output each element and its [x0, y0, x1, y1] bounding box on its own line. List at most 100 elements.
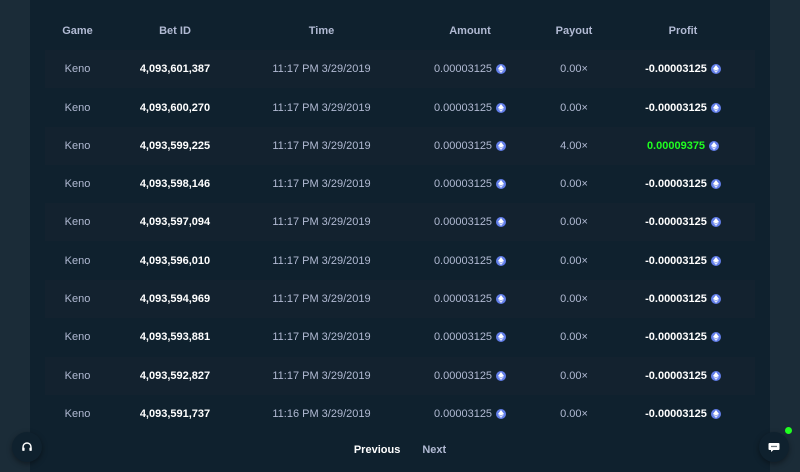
ethereum-icon: [496, 332, 507, 343]
cell-bet-id[interactable]: 4,093,597,094: [110, 216, 240, 228]
cell-time: 11:17 PM 3/29/2019: [272, 369, 371, 382]
table-row[interactable]: Keno 4,093,593,881 11:17 PM 3/29/2019 0.000…: [45, 318, 755, 357]
cell-profit: -0.00003125: [611, 216, 755, 228]
chat-icon: [768, 443, 780, 452]
ethereum-icon: [496, 102, 507, 113]
ethereum-icon: [496, 217, 507, 228]
profit-value: -0.00003125: [645, 178, 707, 191]
cell-amount: 0.00003125: [403, 102, 537, 114]
header-game: Game: [62, 25, 93, 37]
previous-button[interactable]: Previous: [354, 444, 400, 456]
cell-game: Keno: [64, 178, 91, 191]
cell-time: 11:17 PM 3/29/2019: [272, 254, 371, 267]
table-row[interactable]: Keno 4,093,597,094 11:17 PM 3/29/2019 0.000…: [45, 203, 755, 242]
cell-game: Keno: [64, 331, 91, 344]
cell-profit: -0.00003125: [611, 178, 755, 190]
pagination: Previous Next: [30, 438, 770, 462]
cell-bet-id[interactable]: 4,093,598,146: [110, 178, 240, 190]
cell-profit: -0.00003125: [611, 331, 755, 343]
ethereum-icon: [496, 179, 507, 190]
cell-profit: -0.00003125: [611, 408, 755, 420]
ethereum-icon: [710, 332, 721, 343]
cell-bet-id[interactable]: 4,093,600,270: [110, 102, 240, 114]
profit-value: -0.00003125: [645, 254, 707, 267]
ethereum-icon: [710, 102, 721, 113]
amount-value: 0.00003125: [433, 331, 493, 344]
cell-game: Keno: [64, 101, 91, 114]
amount-value: 0.00003125: [433, 178, 493, 191]
cell-time: 11:17 PM 3/29/2019: [272, 139, 371, 152]
cell-bet-id[interactable]: 4,093,596,010: [110, 255, 240, 267]
profit-value: -0.00003125: [645, 293, 707, 306]
cell-amount: 0.00003125: [403, 63, 537, 75]
cell-game: Keno: [64, 407, 91, 420]
table-row[interactable]: Keno 4,093,601,387 11:17 PM 3/29/2019 0.000…: [45, 50, 755, 89]
amount-value: 0.00003125: [433, 254, 493, 267]
cell-time: 11:17 PM 3/29/2019: [272, 331, 371, 344]
cell-bet-id[interactable]: 4,093,592,827: [110, 370, 240, 382]
ethereum-icon: [496, 64, 507, 75]
table-row[interactable]: Keno 4,093,598,146 11:17 PM 3/29/2019 0.000…: [45, 165, 755, 204]
ethereum-icon: [710, 217, 721, 228]
cell-bet-id[interactable]: 4,093,599,225: [110, 140, 240, 152]
profit-value: -0.00003125: [645, 369, 707, 382]
bets-panel: Game Bet ID Time Amount Payout Profit Ke…: [30, 0, 770, 472]
cell-game: Keno: [64, 139, 91, 152]
table-row[interactable]: Keno 4,093,594,969 11:17 PM 3/29/2019 0.000…: [45, 280, 755, 319]
cell-game: Keno: [64, 369, 91, 382]
support-button[interactable]: [12, 432, 42, 462]
online-status-dot: [785, 427, 792, 434]
cell-bet-id[interactable]: 4,093,593,881: [110, 331, 240, 343]
cell-amount: 0.00003125: [403, 331, 537, 343]
cell-amount: 0.00003125: [403, 140, 537, 152]
table-row[interactable]: Keno 4,093,596,010 11:17 PM 3/29/2019 0.000…: [45, 241, 755, 280]
cell-amount: 0.00003125: [403, 216, 537, 228]
bets-table: Game Bet ID Time Amount Payout Profit Ke…: [45, 12, 755, 433]
header-payout: Payout: [555, 25, 593, 37]
cell-amount: 0.00003125: [403, 255, 537, 267]
amount-value: 0.00003125: [433, 101, 493, 114]
ethereum-icon: [710, 64, 721, 75]
table-row[interactable]: Keno 4,093,599,225 11:17 PM 3/29/2019 0.000…: [45, 126, 755, 165]
table-row[interactable]: Keno 4,093,591,737 11:16 PM 3/29/2019 0.000…: [45, 394, 755, 433]
cell-payout: 4.00×: [560, 139, 588, 152]
cell-amount: 0.00003125: [403, 370, 537, 382]
ethereum-icon: [496, 294, 507, 305]
table-row[interactable]: Keno 4,093,592,827 11:17 PM 3/29/2019 0.000…: [45, 356, 755, 395]
cell-payout: 0.00×: [560, 101, 588, 114]
cell-time: 11:17 PM 3/29/2019: [272, 101, 371, 114]
ethereum-icon: [710, 255, 721, 266]
header-time: Time: [308, 25, 335, 37]
profit-value: -0.00003125: [645, 331, 707, 344]
profit-value: -0.00003125: [645, 216, 707, 229]
profit-value: -0.00003125: [645, 407, 707, 420]
cell-bet-id[interactable]: 4,093,591,737: [110, 408, 240, 420]
amount-value: 0.00003125: [433, 293, 493, 306]
ethereum-icon: [496, 255, 507, 266]
amount-value: 0.00003125: [433, 139, 493, 152]
ethereum-icon: [709, 140, 720, 151]
cell-bet-id[interactable]: 4,093,601,387: [110, 63, 240, 75]
table-row[interactable]: Keno 4,093,600,270 11:17 PM 3/29/2019 0.000…: [45, 88, 755, 127]
header-bet-id: Bet ID: [159, 25, 191, 37]
cell-bet-id[interactable]: 4,093,594,969: [110, 293, 240, 305]
cell-payout: 0.00×: [560, 331, 588, 344]
cell-game: Keno: [64, 293, 91, 306]
amount-value: 0.00003125: [433, 407, 493, 420]
ethereum-icon: [496, 140, 507, 151]
cell-payout: 0.00×: [560, 254, 588, 267]
headset-icon: [22, 442, 32, 451]
chat-button[interactable]: [759, 432, 789, 462]
cell-profit: -0.00003125: [611, 255, 755, 267]
ethereum-icon: [496, 408, 507, 419]
next-button[interactable]: Next: [422, 444, 446, 456]
header-amount: Amount: [449, 25, 491, 37]
cell-profit: -0.00003125: [611, 370, 755, 382]
cell-game: Keno: [64, 216, 91, 229]
profit-value: -0.00003125: [645, 63, 707, 76]
cell-game: Keno: [64, 63, 91, 76]
ethereum-icon: [710, 294, 721, 305]
ethereum-icon: [710, 408, 721, 419]
cell-payout: 0.00×: [560, 407, 588, 420]
cell-payout: 0.00×: [560, 216, 588, 229]
